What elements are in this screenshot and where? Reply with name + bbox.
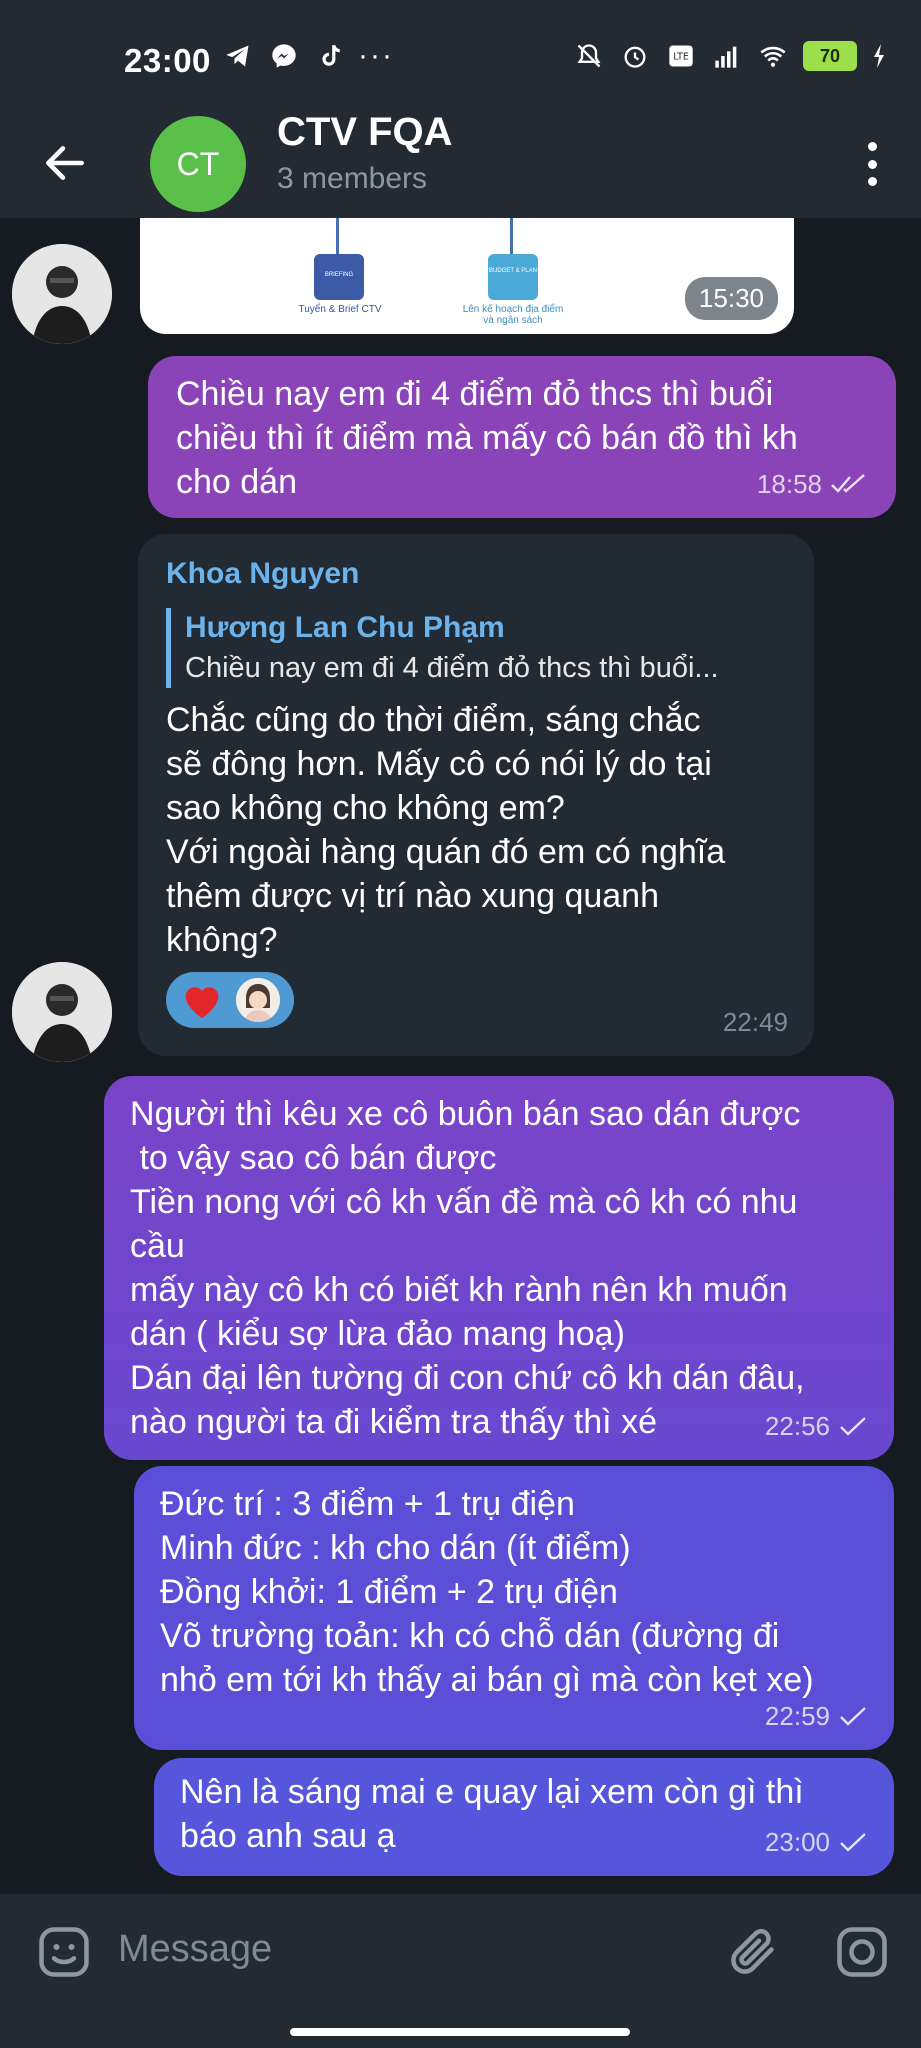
status-time: 23:00 [124, 42, 211, 79]
menu-dot [867, 177, 877, 186]
image-message[interactable]: BRIEFING Tuyển & Brief CTV BUDGET & PLAN… [140, 218, 794, 334]
message-meta: 18:58 [757, 462, 870, 506]
reply-sender: Hương Lan Chu Phạm [185, 611, 505, 644]
member-count[interactable]: 3 members [277, 162, 427, 196]
double-check-icon [831, 474, 865, 493]
reactor-avatar [236, 978, 280, 1022]
telegram-icon [222, 40, 254, 72]
heart-icon [185, 987, 219, 1019]
status-bar: 23:00 ··· LTE 70 [0, 0, 921, 110]
message-meta: 22:49 [723, 1000, 788, 1044]
message-bubble-outgoing[interactable]: Đức trí : 3 điểm + 1 trụ điện Minh đức :… [134, 1466, 894, 1750]
check-icon [840, 1417, 866, 1436]
sender-name[interactable]: Khoa Nguyen [166, 552, 792, 596]
message-bubble-outgoing[interactable]: Người thì kêu xe cô buôn bán sao dán đượ… [104, 1076, 894, 1460]
diagram-connector [336, 218, 339, 258]
user-photo-icon [12, 962, 112, 1062]
attach-button[interactable] [724, 1922, 784, 1982]
arrow-left-icon [46, 146, 84, 180]
battery-indicator: 70 [803, 41, 857, 71]
message-time: 22:49 [722, 1007, 788, 1037]
image-caption-right: Lên kế hoạch địa điểm và ngân sách [462, 304, 564, 326]
paperclip-icon [731, 1929, 774, 1974]
system-icons: LTE 70 [573, 40, 887, 72]
more-options-button[interactable] [857, 134, 887, 194]
back-button[interactable] [40, 138, 90, 188]
wifi-icon [757, 40, 789, 72]
user-photo-icon [236, 978, 280, 1022]
camera-button[interactable] [832, 1922, 892, 1982]
message-meta: 23:00 [765, 1820, 868, 1864]
message-time: 22:56 [764, 1411, 830, 1441]
message-time: 15:30 [684, 277, 778, 320]
emoji-button[interactable] [34, 1922, 94, 1982]
menu-dot [867, 159, 877, 169]
check-icon [840, 1833, 866, 1852]
message-bubble-incoming[interactable]: Khoa Nguyen Hương Lan Chu Phạm Chiều nay… [138, 534, 814, 1056]
reply-quote[interactable]: Hương Lan Chu Phạm Chiều nay em đi 4 điể… [166, 608, 792, 688]
more-dots-icon: ··· [358, 39, 394, 72]
user-photo-icon [12, 244, 112, 344]
message-composer: Message [0, 1894, 921, 2014]
check-icon [840, 1707, 866, 1726]
chat-title[interactable]: CTV FQA [277, 110, 453, 155]
home-indicator[interactable] [290, 2028, 630, 2036]
reaction-chip[interactable] [166, 972, 294, 1028]
charging-icon [871, 40, 887, 72]
notification-icons: ··· [222, 39, 394, 72]
instant-camera-icon [837, 1927, 887, 1977]
message-bubble-outgoing[interactable]: Nên là sáng mai e quay lại xem còn gì th… [154, 1758, 894, 1876]
volte-icon: LTE [665, 40, 697, 72]
tiktok-icon [314, 40, 346, 72]
message-bubble-outgoing[interactable]: Chiều nay em đi 4 điểm đỏ thcs thì buổi … [148, 356, 896, 518]
message-meta: 22:59 [765, 1694, 868, 1738]
reply-text: Chiều nay em đi 4 điểm đỏ thcs thì buổi.… [185, 652, 719, 684]
image-caption-left: Tuyển & Brief CTV [298, 304, 382, 315]
message-meta: 22:56 [765, 1404, 868, 1448]
message-text: Đức trí : 3 điểm + 1 trụ điện Minh đức :… [160, 1485, 814, 1699]
alarm-icon [619, 40, 651, 72]
message-time: 18:58 [756, 469, 822, 499]
message-time: 22:59 [764, 1701, 830, 1731]
messenger-icon [268, 40, 300, 72]
diagram-connector [510, 218, 513, 258]
chip-label: BRIEFING [324, 272, 354, 278]
system-nav-bar [0, 2014, 921, 2048]
svg-text:LTE: LTE [673, 52, 689, 63]
chip-label: BUDGET & PLAN [489, 268, 537, 274]
avatar[interactable] [12, 962, 112, 1062]
message-input[interactable]: Message [118, 1928, 272, 1971]
message-text: Người thì kêu xe cô buôn bán sao dán đượ… [130, 1095, 805, 1441]
chat-header: CT CTV FQA 3 members [0, 110, 921, 218]
group-avatar[interactable]: CT [150, 116, 246, 212]
message-time: 23:00 [764, 1827, 830, 1857]
avatar[interactable] [12, 244, 112, 344]
mute-icon [573, 40, 605, 72]
emoji-icon [39, 1927, 89, 1977]
budget-chip: BUDGET & PLAN [488, 254, 538, 300]
message-text: Chắc cũng do thời điểm, sáng chắc sẽ đôn… [166, 701, 726, 959]
signal-icon [711, 40, 743, 72]
menu-dot [867, 142, 877, 151]
briefing-chip: BRIEFING [314, 254, 364, 300]
